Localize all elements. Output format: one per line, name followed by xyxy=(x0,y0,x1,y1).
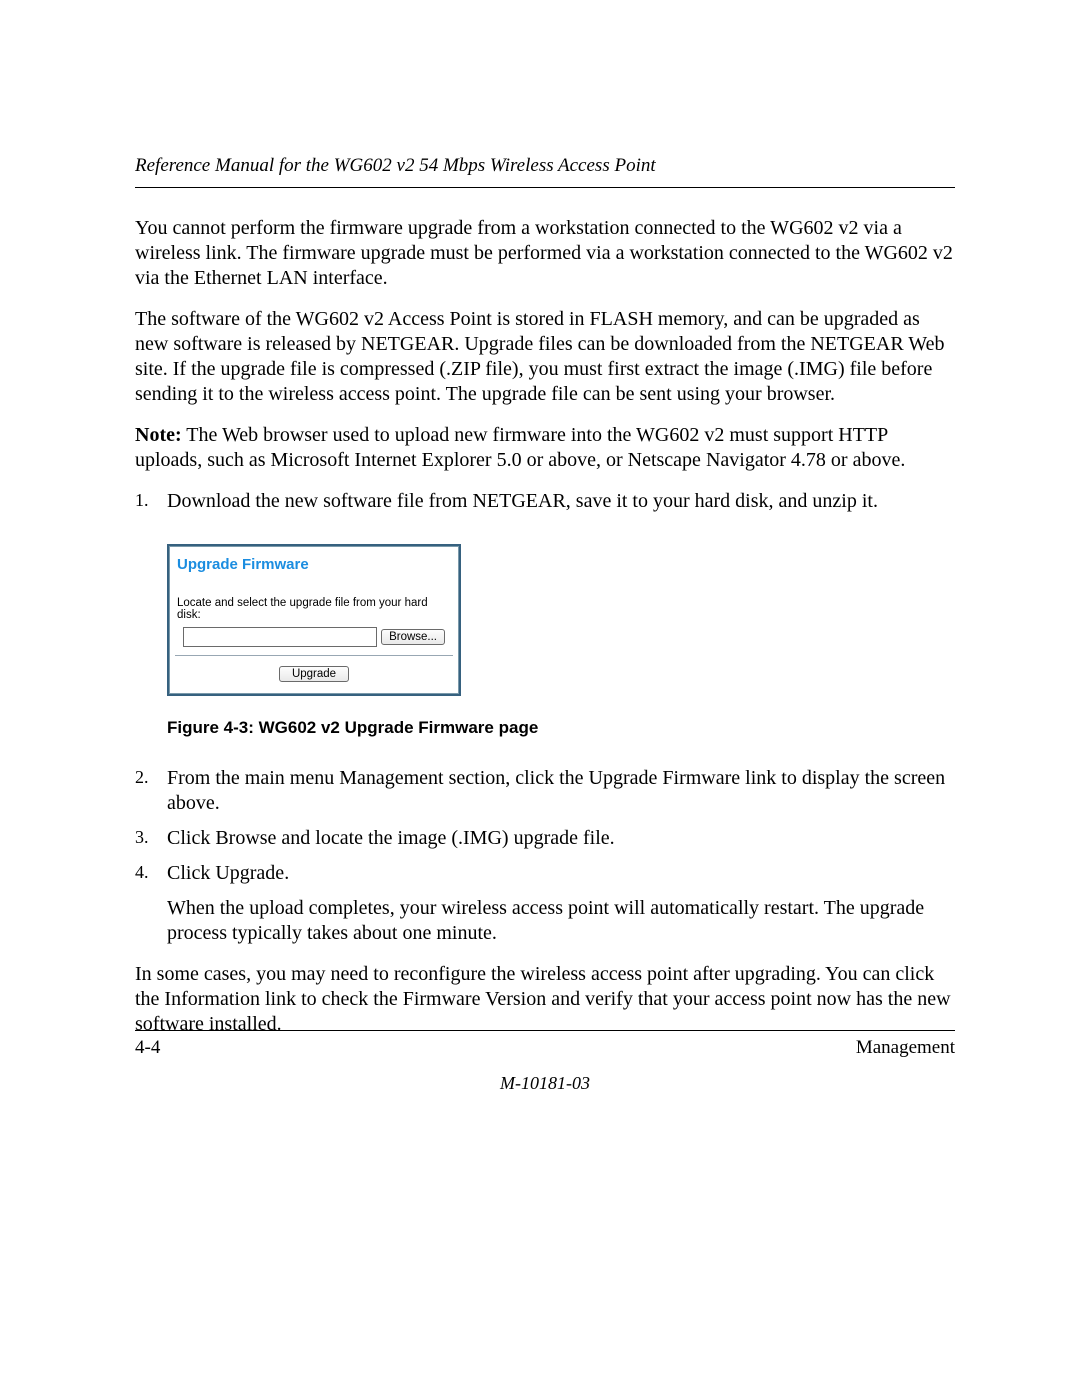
upgrade-file-input[interactable] xyxy=(183,627,377,647)
note-paragraph: Note: The Web browser used to upload new… xyxy=(135,423,955,473)
step-item: Click Upgrade. When the upload completes… xyxy=(167,861,955,946)
note-label: Note: xyxy=(135,424,182,446)
panel-instruction-label: Locate and select the upgrade file from … xyxy=(169,597,459,627)
step-followup: When the upload completes, your wireless… xyxy=(167,896,955,946)
step-text: Click Upgrade. xyxy=(167,862,289,884)
document-id: M-10181-03 xyxy=(135,1073,955,1094)
browse-button[interactable]: Browse... xyxy=(381,629,445,645)
running-header: Reference Manual for the WG602 v2 54 Mbp… xyxy=(135,155,955,188)
step-item: Click Browse and locate the image (.IMG)… xyxy=(167,826,955,851)
body-paragraph: In some cases, you may need to reconfigu… xyxy=(135,962,955,1037)
section-name: Management xyxy=(856,1037,955,1059)
upgrade-button[interactable]: Upgrade xyxy=(279,666,349,682)
ordered-steps-top: Download the new software file from NETG… xyxy=(135,489,955,514)
page-number: 4-4 xyxy=(135,1037,160,1059)
body-paragraph: You cannot perform the firmware upgrade … xyxy=(135,216,955,291)
step-item: Download the new software file from NETG… xyxy=(167,489,955,514)
body-paragraph: The software of the WG602 v2 Access Poin… xyxy=(135,307,955,407)
ordered-steps-bottom: From the main menu Management section, c… xyxy=(135,766,955,946)
page-footer: 4-4 Management M-10181-03 xyxy=(135,1030,955,1094)
panel-title: Upgrade Firmware xyxy=(169,546,459,597)
figure-upgrade-firmware: Upgrade Firmware Locate and select the u… xyxy=(167,544,955,738)
screenshot-panel: Upgrade Firmware Locate and select the u… xyxy=(167,544,461,696)
step-item: From the main menu Management section, c… xyxy=(167,766,955,816)
note-text: The Web browser used to upload new firmw… xyxy=(135,424,905,471)
figure-caption: Figure 4-3: WG602 v2 Upgrade Firmware pa… xyxy=(167,718,955,738)
